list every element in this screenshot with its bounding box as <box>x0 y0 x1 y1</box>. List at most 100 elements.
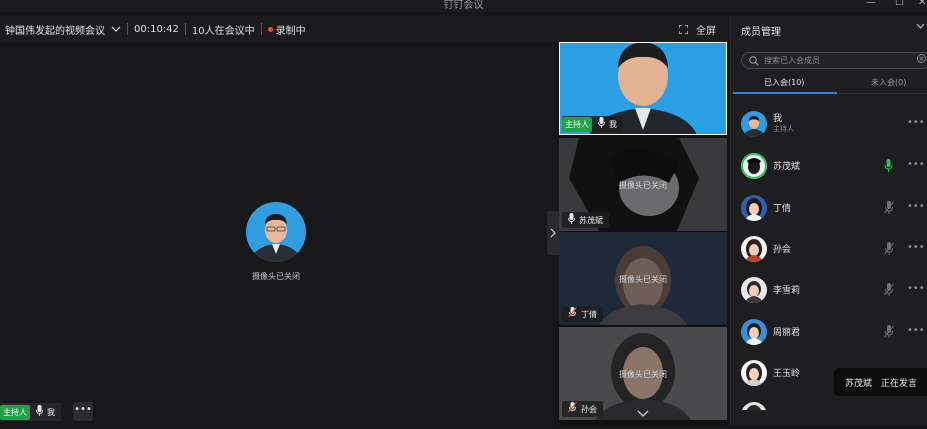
minimize-button[interactable]: — <box>866 0 876 8</box>
scroll-down-button[interactable] <box>637 409 649 420</box>
tab-joined[interactable]: 已入会(10) <box>764 77 804 88</box>
member-name: 周丽君 <box>773 328 801 338</box>
member-row[interactable]: 孙会 ••• <box>741 234 927 264</box>
video-thumbnail[interactable]: 主持人 我 <box>559 42 727 135</box>
avatar <box>741 277 767 303</box>
fullscreen-label: 全屏 <box>696 26 716 37</box>
meeting-duration: 00:10:42 <box>134 23 179 35</box>
member-name: 孙会 <box>773 245 792 255</box>
host-badge: 主持人 <box>0 404 30 420</box>
host-badge: 主持人 <box>562 116 592 132</box>
recording-status[interactable]: 录制中 <box>276 22 306 37</box>
active-tab-indicator <box>733 92 837 94</box>
member-name: 李雪莉 <box>773 286 801 296</box>
microphone-icon <box>36 405 43 419</box>
member-more-button[interactable]: ••• <box>907 117 925 128</box>
member-more-button[interactable]: ••• <box>907 283 925 294</box>
video-thumbnail[interactable]: 摄像头已关闭 苏茂斌 <box>559 138 727 231</box>
member-row[interactable]: 李雪莉 ••• <box>741 275 927 305</box>
search-icon <box>749 56 759 66</box>
window-titlebar: 钉钉会议 — ☐ ✕ <box>0 0 927 12</box>
member-search-input[interactable]: 搜索已入会成员 <box>741 52 927 69</box>
attendee-count[interactable]: 10人在会议中 <box>192 22 255 37</box>
avatar <box>741 319 767 345</box>
participant-name: 丁倩 <box>581 309 597 319</box>
thumbnail-name-tag: 苏茂斌 <box>562 212 609 228</box>
microphone-muted-icon[interactable] <box>884 325 894 341</box>
fullscreen-button[interactable]: 全屏 <box>679 22 716 37</box>
member-more-button[interactable]: ••• <box>907 201 925 212</box>
main-video-stage[interactable]: 摄像头已关闭 主持人 我 ••• <box>0 42 559 425</box>
fullscreen-icon <box>679 25 688 34</box>
camera-off-label: 摄像头已关闭 <box>252 272 300 281</box>
microphone-muted-icon <box>568 402 577 416</box>
close-window-button[interactable]: ✕ <box>918 0 926 8</box>
member-more-button[interactable]: ••• <box>907 242 925 253</box>
member-more-button[interactable]: ••• <box>907 325 925 336</box>
window-title: 钉钉会议 <box>443 0 484 11</box>
member-name: 我 <box>773 114 783 124</box>
speaking-toast: 苏茂斌 正在发言 <box>834 368 927 396</box>
clear-search-icon[interactable] <box>917 54 926 66</box>
member-tabs: 已入会(10) 未入会(0) <box>731 74 927 94</box>
avatar <box>741 360 767 386</box>
avatar <box>741 236 767 262</box>
video-thumbnail-list[interactable]: 主持人 我 摄像头已关闭 苏茂斌 摄像头已关闭 丁倩 摄像头已关闭 孙会 <box>559 42 727 425</box>
thumbnail-name-tag: 丁倩 <box>562 306 603 322</box>
divider <box>260 23 262 35</box>
member-row-partial[interactable] <box>741 400 927 410</box>
speaking-status: 正在发言 <box>880 379 917 389</box>
member-row[interactable]: 我 主持人 ••• <box>741 109 927 139</box>
participant-name: 孙会 <box>581 404 597 414</box>
thumbnail-name-tag: 孙会 <box>562 401 603 417</box>
self-name: 我 <box>47 407 55 417</box>
member-role: 主持人 <box>773 125 794 133</box>
camera-off-label: 摄像头已关闭 <box>619 275 667 284</box>
maximize-button[interactable]: ☐ <box>895 0 904 8</box>
chevron-down-icon <box>637 410 649 417</box>
avatar <box>741 195 767 221</box>
divider <box>127 23 128 35</box>
member-more-button[interactable]: ••• <box>907 159 925 170</box>
recording-dot-icon <box>267 26 273 32</box>
microphone-muted-icon <box>568 307 577 321</box>
avatar <box>741 153 767 179</box>
member-row[interactable]: 苏茂斌 ••• <box>741 151 927 181</box>
more-options-button[interactable]: ••• <box>73 402 93 421</box>
host-avatar <box>246 202 306 262</box>
member-name: 王玉岭 <box>773 369 801 379</box>
member-name: 苏茂斌 <box>773 162 801 172</box>
member-management-panel: 成员管理 搜索已入会成员 已入会(10) 未入会(0) 我 主持人 ••• 苏茂… <box>730 16 927 425</box>
microphone-speaking-icon[interactable] <box>884 159 893 175</box>
microphone-icon <box>568 213 575 227</box>
collapse-panel-button[interactable] <box>916 21 925 32</box>
microphone-muted-icon[interactable] <box>884 242 894 258</box>
tab-not-joined[interactable]: 未入会(0) <box>871 77 906 88</box>
participant-name: 我 <box>609 119 617 129</box>
divider <box>184 23 186 35</box>
avatar <box>741 111 767 137</box>
camera-off-label: 摄像头已关闭 <box>619 181 667 190</box>
video-thumbnail[interactable]: 摄像头已关闭 孙会 <box>559 327 727 420</box>
chevron-down-icon[interactable] <box>111 24 121 35</box>
search-placeholder: 搜索已入会成员 <box>764 56 820 65</box>
avatar <box>741 402 767 410</box>
microphone-muted-icon[interactable] <box>884 283 894 299</box>
chevron-down-icon <box>916 23 925 29</box>
thumbnail-name-tag: 主持人 我 <box>562 116 623 132</box>
member-name: 丁倩 <box>773 204 792 214</box>
member-row[interactable]: 丁倩 ••• <box>741 193 927 223</box>
meeting-toolbar: 钟国伟发起的视频会议 00:10:42 10人在会议中 录制中 全屏 <box>0 16 730 42</box>
meeting-title[interactable]: 钟国伟发起的视频会议 <box>5 22 105 37</box>
member-row[interactable]: 周丽君 ••• <box>741 317 927 347</box>
camera-off-label: 摄像头已关闭 <box>619 370 667 379</box>
video-thumbnail[interactable]: 摄像头已关闭 丁倩 <box>559 232 727 325</box>
microphone-icon <box>598 117 605 131</box>
panel-title: 成员管理 <box>741 27 781 38</box>
chevron-right-icon <box>550 228 556 238</box>
microphone-muted-icon[interactable] <box>884 201 894 217</box>
speaker-name: 苏茂斌 <box>845 379 873 389</box>
self-name-tag: 主持人 我 <box>0 403 61 421</box>
participant-name: 苏茂斌 <box>579 215 603 225</box>
collapse-thumbnails-button[interactable] <box>547 211 559 255</box>
